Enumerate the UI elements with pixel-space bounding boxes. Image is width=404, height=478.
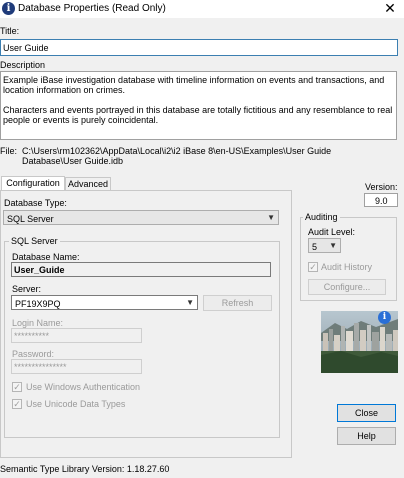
- title-field[interactable]: User Guide: [0, 39, 398, 56]
- tab-configuration[interactable]: Configuration: [1, 176, 65, 190]
- description-paragraph-2: Characters and events portrayed in this …: [3, 105, 393, 125]
- unicode-label: Use Unicode Data Types: [26, 399, 126, 409]
- login-name-label: Login Name:: [12, 318, 64, 328]
- database-name-value: User_Guide: [14, 265, 65, 275]
- help-button[interactable]: Help: [337, 427, 396, 445]
- file-label: File:: [0, 146, 18, 156]
- title-field-value: User Guide: [3, 43, 49, 53]
- unicode-checkbox[interactable]: ✓: [12, 399, 22, 409]
- server-label: Server:: [12, 284, 42, 294]
- configure-button[interactable]: Configure...: [308, 279, 386, 295]
- info-badge-icon[interactable]: i: [378, 311, 391, 324]
- close-icon[interactable]: ✕: [382, 0, 398, 16]
- version-value: 9.0: [375, 196, 388, 206]
- chevron-down-icon: ▼: [329, 241, 337, 250]
- close-button[interactable]: Close: [337, 404, 396, 422]
- audit-level-label: Audit Level:: [308, 227, 356, 237]
- windows-auth-label: Use Windows Authentication: [26, 382, 141, 392]
- description-label: Description: [0, 60, 46, 70]
- audit-history-label: Audit History: [321, 262, 373, 272]
- audit-history-checkbox[interactable]: ✓: [308, 262, 318, 272]
- window-title: Database Properties (Read Only): [18, 3, 166, 14]
- password-field[interactable]: ***************: [11, 359, 142, 374]
- semantic-library-version: Semantic Type Library Version: 1.18.27.6…: [0, 464, 170, 474]
- server-select[interactable]: PF19X9PQ ▼: [11, 295, 198, 310]
- version-field: 9.0: [364, 193, 398, 207]
- file-path: C:\Users\rm102362\AppData\Local\i2\i2 iB…: [22, 146, 332, 166]
- version-label: Version:: [365, 182, 398, 192]
- title-label: Title:: [0, 26, 20, 36]
- password-label: Password:: [12, 349, 55, 359]
- tab-advanced[interactable]: Advanced: [65, 177, 111, 190]
- password-value: ***************: [14, 362, 67, 372]
- server-value: PF19X9PQ: [15, 299, 61, 309]
- database-type-label: Database Type:: [4, 198, 67, 208]
- windows-auth-checkbox[interactable]: ✓: [12, 382, 22, 392]
- info-icon: i: [2, 2, 15, 15]
- chevron-down-icon: ▼: [186, 298, 194, 307]
- description-paragraph-1: Example iBase investigation database wit…: [3, 75, 385, 95]
- database-type-select[interactable]: SQL Server ▼: [3, 210, 279, 225]
- audit-level-select[interactable]: 5 ▼: [308, 238, 341, 253]
- auditing-group-label: Auditing: [303, 212, 340, 222]
- login-name-value: **********: [14, 331, 50, 341]
- database-type-value: SQL Server: [7, 214, 54, 224]
- login-name-field[interactable]: **********: [11, 328, 142, 343]
- description-field[interactable]: Example iBase investigation database wit…: [0, 71, 397, 140]
- database-name-field[interactable]: User_Guide: [11, 262, 271, 277]
- chevron-down-icon: ▼: [267, 213, 275, 222]
- database-name-label: Database Name:: [12, 252, 80, 262]
- sql-server-group-label: SQL Server: [9, 236, 60, 246]
- refresh-button[interactable]: Refresh: [203, 295, 272, 311]
- audit-level-value: 5: [312, 242, 318, 252]
